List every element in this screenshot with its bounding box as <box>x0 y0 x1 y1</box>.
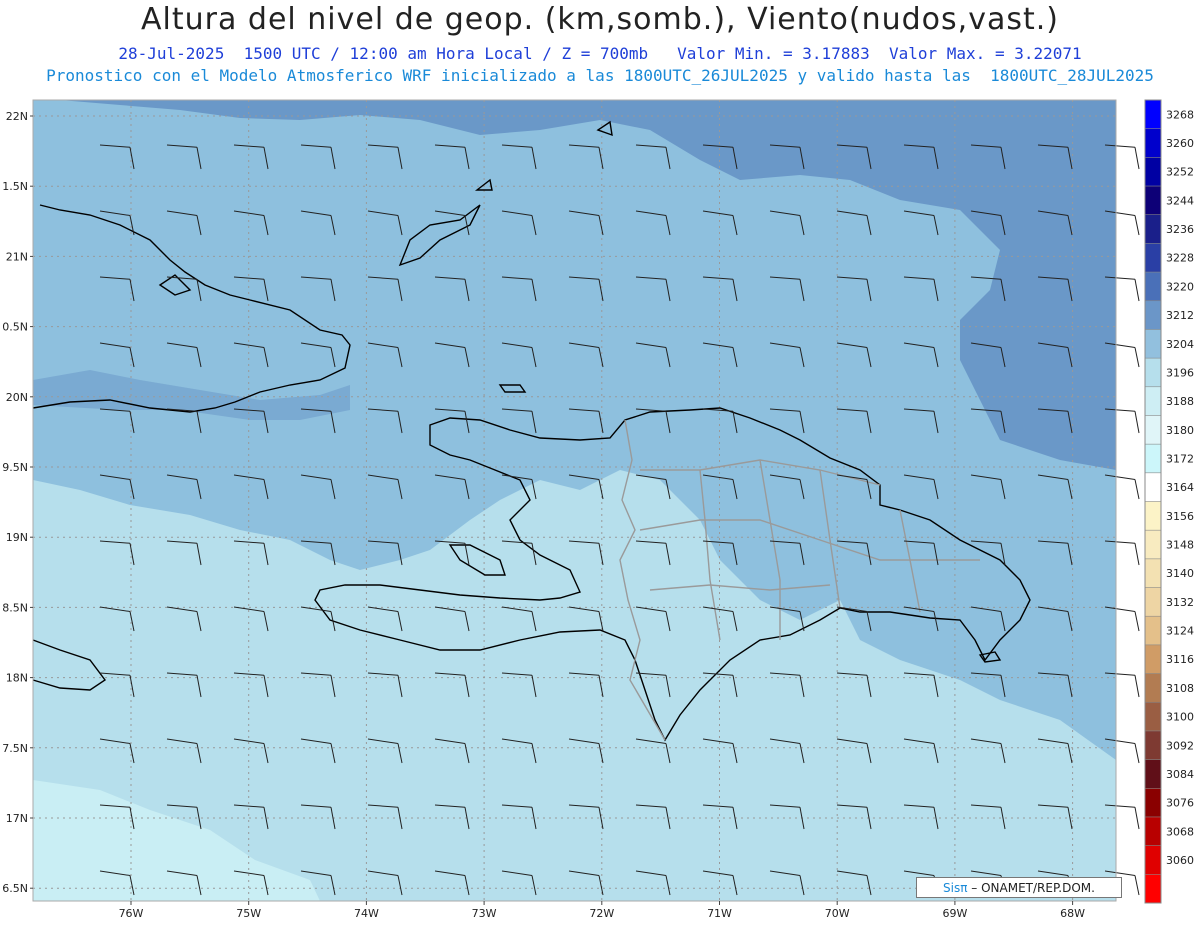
lon-label: 71W <box>707 907 732 920</box>
lon-label: 68W <box>1060 907 1085 920</box>
colorbar-label: 3092 <box>1166 739 1194 752</box>
colorbar-swatch <box>1145 587 1161 617</box>
colorbar-swatch <box>1145 845 1161 875</box>
colorbar-label: 3148 <box>1166 539 1194 552</box>
colorbar-label: 3124 <box>1166 625 1194 638</box>
colorbar-label: 3212 <box>1166 309 1194 322</box>
colorbar-label: 3108 <box>1166 682 1194 695</box>
lat-label: 17N <box>6 812 28 825</box>
lat-label: 1.5N <box>2 180 28 193</box>
colorbar-swatch <box>1145 358 1161 388</box>
lat-label: 20N <box>6 391 28 404</box>
lat-label: 19N <box>6 531 28 544</box>
colorbar-swatch <box>1145 673 1161 703</box>
colorbar-swatch <box>1145 472 1161 502</box>
longitude-labels: 76W 75W 74W 73W 72W 71W 70W 69W 68W <box>119 901 1085 920</box>
colorbar-label: 3252 <box>1166 166 1194 179</box>
latitude-labels: 22N 1.5N 21N 0.5N 20N 9.5N 19N 8.5N 18N 7.5N 17N 6.… <box>2 110 33 895</box>
colorbar-label: 3236 <box>1166 223 1194 236</box>
lat-label: 22N <box>6 110 28 123</box>
colorbar-swatch <box>1145 558 1161 589</box>
colorbar-swatch <box>1145 272 1161 302</box>
lat-label: 8.5N <box>2 601 28 614</box>
credit-text: – ONAMET/REP.DOM. <box>967 881 1095 895</box>
colorbar-swatch <box>1145 386 1161 416</box>
colorbar-swatch <box>1145 730 1161 761</box>
colorbar-label: 3100 <box>1166 711 1194 724</box>
colorbar-label: 3068 <box>1166 825 1194 838</box>
lon-label: 74W <box>354 907 379 920</box>
colorbar-swatch <box>1145 157 1161 187</box>
colorbar-swatch <box>1145 874 1161 904</box>
colorbar-label: 3084 <box>1166 768 1194 781</box>
lon-label: 69W <box>942 907 967 920</box>
credit-box: Sisπ – ONAMET/REP.DOM. <box>916 877 1122 898</box>
colorbar-swatch <box>1145 530 1161 560</box>
lat-label: 6.5N <box>2 882 28 895</box>
colorbar-swatch <box>1145 100 1161 130</box>
colorbar-label: 3244 <box>1166 194 1194 207</box>
colorbar-swatch <box>1145 329 1161 359</box>
colorbar-swatch <box>1145 816 1161 847</box>
colorbar-label: 3116 <box>1166 653 1194 666</box>
colorbar-label: 3180 <box>1166 424 1194 437</box>
lon-label: 76W <box>119 907 144 920</box>
colorbar-swatch <box>1145 501 1161 531</box>
colorbar-swatch <box>1145 702 1161 732</box>
colorbar-label: 3132 <box>1166 596 1194 609</box>
colorbar-swatch <box>1145 788 1161 818</box>
lat-label: 21N <box>6 250 28 263</box>
colorbar-swatch <box>1145 644 1161 675</box>
colorbar-label: 3220 <box>1166 280 1194 293</box>
colorbar-label: 3076 <box>1166 797 1194 810</box>
colorbar-swatch <box>1145 616 1161 646</box>
colorbar-label: 3204 <box>1166 338 1194 351</box>
lon-label: 75W <box>236 907 261 920</box>
colorbar-label: 3268 <box>1166 108 1194 121</box>
colorbar-swatch <box>1145 759 1161 789</box>
colorbar-swatch <box>1145 415 1161 445</box>
lon-label: 73W <box>472 907 497 920</box>
map-canvas: 22N 1.5N 21N 0.5N 20N 9.5N 19N 8.5N 18N 7.5N 17N 6.… <box>2 99 1194 920</box>
lon-label: 70W <box>825 907 850 920</box>
colorbar-label: 3260 <box>1166 137 1194 150</box>
brand-logo: Sisπ <box>943 881 968 895</box>
colorbar: 3268 3260 3252 3244 3236 3228 3220 3212 3204 3196… <box>1144 99 1194 904</box>
colorbar-label: 3140 <box>1166 567 1194 580</box>
colorbar-swatch <box>1145 444 1161 474</box>
lat-label: 0.5N <box>2 321 28 334</box>
colorbar-swatch <box>1145 214 1161 244</box>
colorbar-label: 3172 <box>1166 452 1194 465</box>
colorbar-swatch <box>1145 243 1161 273</box>
lat-label: 18N <box>6 672 28 685</box>
colorbar-label: 3228 <box>1166 252 1194 265</box>
plot-area <box>33 100 1116 901</box>
colorbar-label: 3164 <box>1166 481 1194 494</box>
colorbar-label: 3196 <box>1166 366 1194 379</box>
colorbar-swatch <box>1145 300 1161 330</box>
colorbar-swatch <box>1145 128 1161 158</box>
colorbar-label: 3188 <box>1166 395 1194 408</box>
colorbar-label: 3156 <box>1166 510 1194 523</box>
lat-label: 7.5N <box>2 742 28 755</box>
colorbar-swatch <box>1145 186 1161 216</box>
lon-label: 72W <box>589 907 614 920</box>
lat-label: 9.5N <box>2 461 28 474</box>
colorbar-label: 3060 <box>1166 854 1194 867</box>
